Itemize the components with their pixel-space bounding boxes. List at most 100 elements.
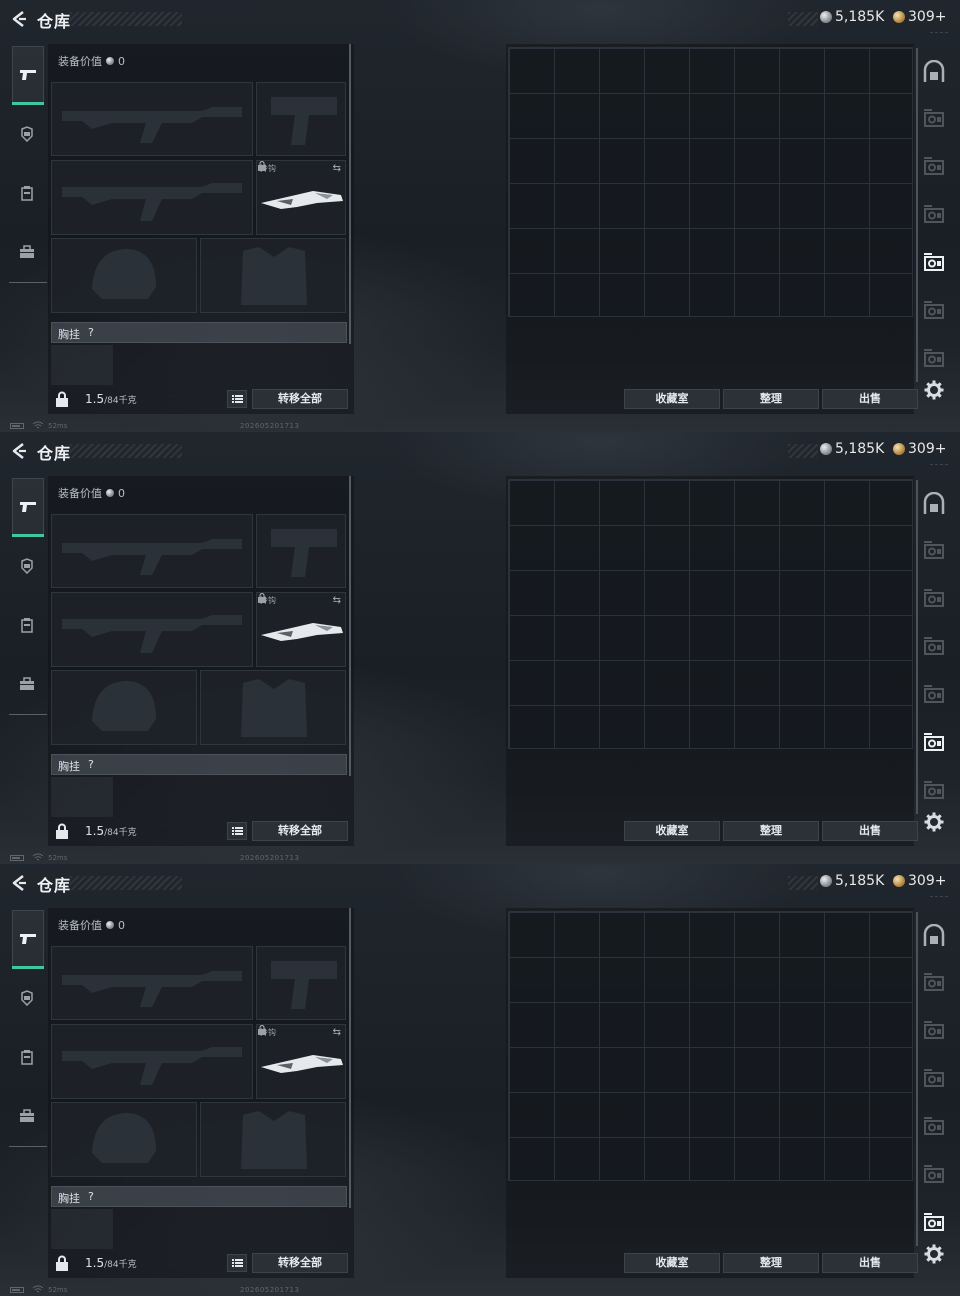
sell-button[interactable]: 出售 [822,1253,918,1273]
gold-currency[interactable]: 309+ [893,873,946,889]
chest-rig-header[interactable]: 胸挂 ? [51,322,347,343]
storage-grid[interactable] [508,47,913,317]
storage-page-tab[interactable] [921,1210,947,1236]
collection-room-button[interactable]: 收藏室 [624,1253,720,1273]
sidearm-slot[interactable] [256,82,346,156]
storage-grid[interactable] [508,479,913,749]
primary-weapon-slot[interactable] [51,946,253,1020]
tab-weapons[interactable] [12,46,44,105]
help-icon[interactable]: ? [88,326,94,339]
storage-page-tab[interactable] [921,154,947,180]
storage-page-tab[interactable] [921,106,947,132]
armor-slot[interactable] [200,1102,346,1177]
storage-scrollbar[interactable] [916,480,918,814]
gold-currency[interactable]: 309+ [893,9,946,25]
help-icon[interactable]: ? [88,1190,94,1203]
settings-gear-icon[interactable] [924,380,944,400]
storage-page-tab[interactable] [921,1018,947,1044]
primary-weapon-slot[interactable] [51,514,253,588]
transfer-all-button[interactable]: 转移全部 [252,389,348,409]
chest-rig-slot[interactable] [51,777,113,817]
silver-currency[interactable]: 5,185K [820,441,884,457]
list-view-button[interactable] [227,390,247,408]
helmet-slot[interactable] [51,238,197,313]
lock-icon[interactable] [55,1255,69,1271]
storage-page-tab[interactable] [921,730,947,756]
storage-page-tab[interactable] [921,970,947,996]
melee-slot[interactable]: 拎钩 ⇆ [256,160,346,235]
lock-icon[interactable] [55,823,69,839]
storage-page-tab[interactable] [921,1114,947,1140]
storage-page-tab[interactable] [921,538,947,564]
storage-page-tab[interactable] [921,250,947,276]
safe-box-tab[interactable] [921,924,947,950]
back-arrow-icon[interactable] [10,442,28,460]
primary-weapon-slot[interactable] [51,82,253,156]
storage-grid[interactable] [508,911,913,1181]
tab-armor[interactable] [12,119,42,149]
silver-currency[interactable]: 5,185K [820,873,884,889]
lock-icon[interactable] [55,391,69,407]
list-view-button[interactable] [227,1254,247,1272]
storage-page-tab[interactable] [921,346,947,372]
collection-room-button[interactable]: 收藏室 [624,821,720,841]
settings-gear-icon[interactable] [924,1244,944,1264]
melee-slot[interactable]: 拎钩 ⇆ [256,592,346,667]
safe-box-tab[interactable] [921,60,947,86]
tab-items[interactable] [12,237,42,267]
storage-page-tab[interactable] [921,202,947,228]
transfer-all-button[interactable]: 转移全部 [252,1253,348,1273]
secondary-weapon-slot[interactable] [51,1024,253,1099]
storage-page-tab[interactable] [921,778,947,804]
ping-text: 52ms [48,1286,68,1294]
equipment-scrollbar[interactable] [349,44,351,344]
equipment-scrollbar[interactable] [349,476,351,776]
sort-button[interactable]: 整理 [723,389,819,409]
storage-page-tab[interactable] [921,586,947,612]
tab-armor[interactable] [12,983,42,1013]
tab-weapons[interactable] [12,478,44,537]
chest-rig-slot[interactable] [51,345,113,385]
tab-consumables[interactable] [12,178,42,208]
secondary-weapon-slot[interactable] [51,592,253,667]
storage-page-tab[interactable] [921,1066,947,1092]
sort-button[interactable]: 整理 [723,821,819,841]
transfer-all-button[interactable]: 转移全部 [252,821,348,841]
settings-gear-icon[interactable] [924,812,944,832]
sort-button[interactable]: 整理 [723,1253,819,1273]
armor-slot[interactable] [200,238,346,313]
storage-page-tab[interactable] [921,1162,947,1188]
helmet-slot[interactable] [51,670,197,745]
safe-box-tab[interactable] [921,492,947,518]
sidearm-slot[interactable] [256,514,346,588]
list-view-button[interactable] [227,822,247,840]
chest-rig-slot[interactable] [51,1209,113,1249]
tab-weapons[interactable] [12,910,44,969]
sidearm-slot[interactable] [256,946,346,1020]
storage-scrollbar[interactable] [916,912,918,1246]
tab-consumables[interactable] [12,1042,42,1072]
silver-currency[interactable]: 5,185K [820,9,884,25]
melee-slot[interactable]: 拎钩 ⇆ [256,1024,346,1099]
sell-button[interactable]: 出售 [822,821,918,841]
storage-page-tab[interactable] [921,682,947,708]
sell-button[interactable]: 出售 [822,389,918,409]
back-arrow-icon[interactable] [10,10,28,28]
tab-consumables[interactable] [12,610,42,640]
tab-items[interactable] [12,669,42,699]
back-arrow-icon[interactable] [10,874,28,892]
secondary-weapon-slot[interactable] [51,160,253,235]
storage-page-tab[interactable] [921,298,947,324]
help-icon[interactable]: ? [88,758,94,771]
storage-scrollbar[interactable] [916,48,918,382]
armor-slot[interactable] [200,670,346,745]
gold-currency[interactable]: 309+ [893,441,946,457]
tab-armor[interactable] [12,551,42,581]
collection-room-button[interactable]: 收藏室 [624,389,720,409]
equipment-scrollbar[interactable] [349,908,351,1208]
storage-page-tab[interactable] [921,634,947,660]
helmet-slot[interactable] [51,1102,197,1177]
chest-rig-header[interactable]: 胸挂 ? [51,1186,347,1207]
chest-rig-header[interactable]: 胸挂 ? [51,754,347,775]
tab-items[interactable] [12,1101,42,1131]
